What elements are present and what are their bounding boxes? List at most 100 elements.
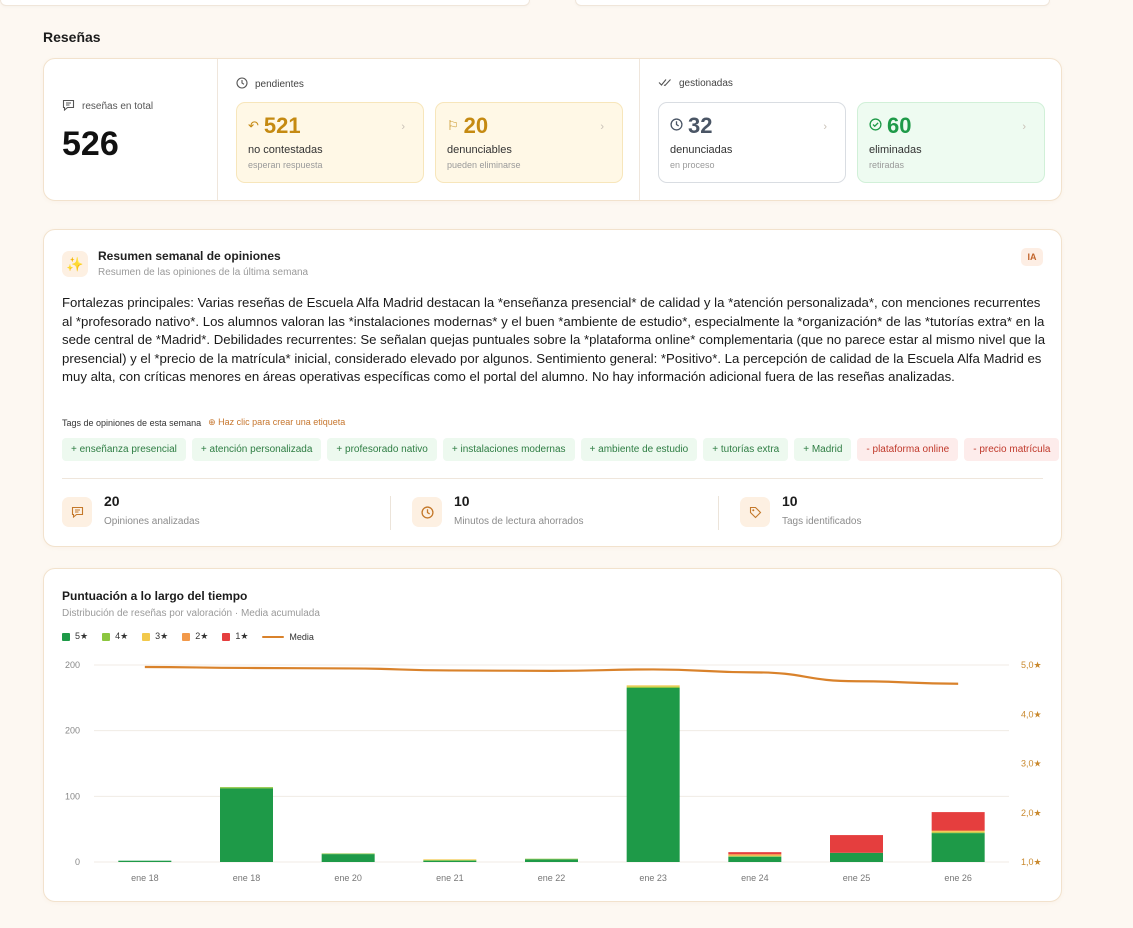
media-line	[144, 665, 959, 685]
y-left-tick-label: 100	[65, 791, 80, 801]
bar-segment-4star	[728, 856, 782, 857]
chevron-right-icon: ›	[1022, 121, 1026, 133]
chevron-right-icon: ›	[401, 121, 405, 133]
bar-segment-5star	[118, 860, 172, 862]
legend-item[interactable]: Media	[262, 632, 314, 642]
tags-label: Tags de opiniones de esta semana	[62, 417, 202, 428]
summary-text: Fortalezas principales: Varias reseñas d…	[62, 295, 1046, 384]
message-icon	[62, 497, 92, 527]
rating-chart-card: Puntuación a lo largo del tiempo Distrib…	[43, 568, 1062, 902]
metric-value: 10	[454, 493, 470, 509]
rating-chart: 0 100 200 200 1,0★ 2,0★ 3,0★ 4,0★ 5,0★ ene 18 ene …	[65, 660, 1042, 883]
legend-swatch	[222, 632, 231, 641]
bar-segment-5star	[525, 859, 578, 862]
summary-title: Resumen semanal de opiniones	[98, 249, 281, 263]
bar-segment-4star	[931, 832, 985, 834]
legend-label: 5★	[75, 631, 89, 641]
chart-subtitle: Distribución de reseñas por valoración ·…	[62, 608, 320, 619]
bar-segment-5star	[931, 833, 985, 862]
bar-segment-3star	[728, 855, 782, 857]
opinion-tag[interactable]: + Madrid	[794, 438, 852, 461]
bar-segment-2star	[931, 830, 985, 832]
reportable-label: denunciables	[447, 144, 512, 156]
reported-card[interactable]: 32 denunciadas en proceso ›	[658, 102, 846, 183]
legend-item[interactable]: 2★	[182, 631, 208, 642]
y-left-tick-label: 0	[75, 857, 80, 867]
bar-segment-4star	[423, 860, 477, 861]
bar-segment-1star	[728, 852, 782, 855]
check-circle-icon	[869, 118, 882, 134]
plus-circle-icon: ⊕	[208, 417, 216, 427]
removed-sub: retiradas	[869, 160, 905, 170]
reviews-stats-card: reseñas en total 526 pendientes ↶ 521 no …	[43, 58, 1062, 201]
legend-item[interactable]: 1★	[222, 631, 248, 642]
reported-sub: en proceso	[670, 160, 715, 170]
legend-label: 1★	[235, 631, 249, 641]
message-icon	[62, 99, 75, 114]
x-tick-label: ene 23	[639, 873, 667, 883]
unanswered-sub: esperan respuesta	[248, 160, 323, 170]
opinion-tag[interactable]: + instalaciones modernas	[442, 438, 575, 461]
clock-icon	[670, 118, 683, 134]
opinion-tag[interactable]: - plataforma online	[857, 438, 959, 461]
reply-icon: ↶	[248, 118, 259, 133]
removed-label: eliminadas	[869, 144, 922, 156]
bar-segment-2star	[728, 854, 782, 856]
total-reviews-block: reseñas en total 526	[44, 59, 218, 200]
metric-tags: 10 Tags identificados	[740, 493, 1040, 531]
legend-item[interactable]: 4★	[102, 631, 128, 642]
chart-legend: 5★ 4★ 3★ 2★ 1★ Media	[62, 631, 314, 642]
bar-segment-1star	[931, 812, 985, 831]
opinion-tag[interactable]: + atención personalizada	[191, 438, 322, 461]
chevron-right-icon: ›	[823, 121, 827, 133]
y-left-tick-label: 200	[65, 726, 80, 736]
total-reviews-value: 526	[62, 125, 119, 163]
bar-segment-5star	[423, 860, 477, 862]
y-left-tick-label: 200	[65, 660, 80, 670]
y-right-tick-label: 2,0★	[1021, 808, 1042, 818]
unanswered-label: no contestadas	[248, 144, 323, 156]
bar-segment-1star	[830, 835, 883, 853]
bar-segment-5star	[626, 687, 680, 862]
legend-line-swatch	[262, 635, 285, 638]
metric-value: 10	[782, 493, 798, 509]
opinion-tag[interactable]: - precio matrícula	[964, 438, 1060, 461]
opinion-tag[interactable]: + tutorías extra	[703, 438, 789, 461]
bar-segment-4star	[525, 858, 578, 860]
x-tick-label: ene 25	[843, 873, 871, 883]
legend-swatch	[62, 632, 70, 641]
opinion-tag[interactable]: + enseñanza presencial	[62, 438, 186, 461]
reportable-sub: pueden eliminarse	[447, 160, 521, 170]
chevron-right-icon: ›	[600, 121, 604, 133]
removed-card[interactable]: 60 eliminadas retiradas ›	[857, 102, 1045, 183]
clock-icon	[412, 497, 442, 527]
bar-segment-3star	[931, 831, 985, 833]
opinion-tag[interactable]: + profesorado nativo	[327, 438, 437, 461]
legend-label: 3★	[155, 631, 169, 641]
clock-icon	[236, 77, 248, 92]
opinion-tag[interactable]: + ambiente de estudio	[580, 438, 698, 461]
double-check-icon	[658, 77, 672, 90]
bar-segment-4star	[220, 787, 273, 789]
metric-label: Opiniones analizadas	[104, 516, 200, 527]
divider	[718, 496, 719, 530]
unanswered-card[interactable]: ↶ 521 no contestadas esperan respuesta ›	[236, 102, 424, 183]
pending-group: pendientes ↶ 521 no contestadas esperan r…	[218, 59, 640, 200]
reported-label: denunciadas	[670, 144, 733, 156]
chart-title: Puntuación a lo largo del tiempo	[62, 589, 248, 603]
bar-segment-5star	[830, 852, 883, 862]
x-tick-label: ene 18	[233, 873, 261, 883]
divider	[390, 496, 391, 530]
legend-item[interactable]: 3★	[142, 631, 168, 642]
bar-segment-3star	[626, 685, 680, 687]
x-tick-label: ene 26	[944, 873, 972, 883]
legend-item[interactable]: 5★	[62, 631, 88, 642]
reportable-value: 20	[463, 113, 489, 138]
weekly-summary-card: ✨ Resumen semanal de opiniones Resumen d…	[43, 229, 1062, 547]
legend-swatch	[142, 632, 151, 641]
legend-label: Media	[289, 631, 314, 642]
y-right-tick-label: 1,0★	[1021, 857, 1042, 867]
bar-segment-4star	[626, 686, 680, 688]
reportable-card[interactable]: ⚐ 20 denunciables pueden eliminarse ›	[435, 102, 623, 183]
x-tick-label: ene 21	[436, 873, 464, 883]
